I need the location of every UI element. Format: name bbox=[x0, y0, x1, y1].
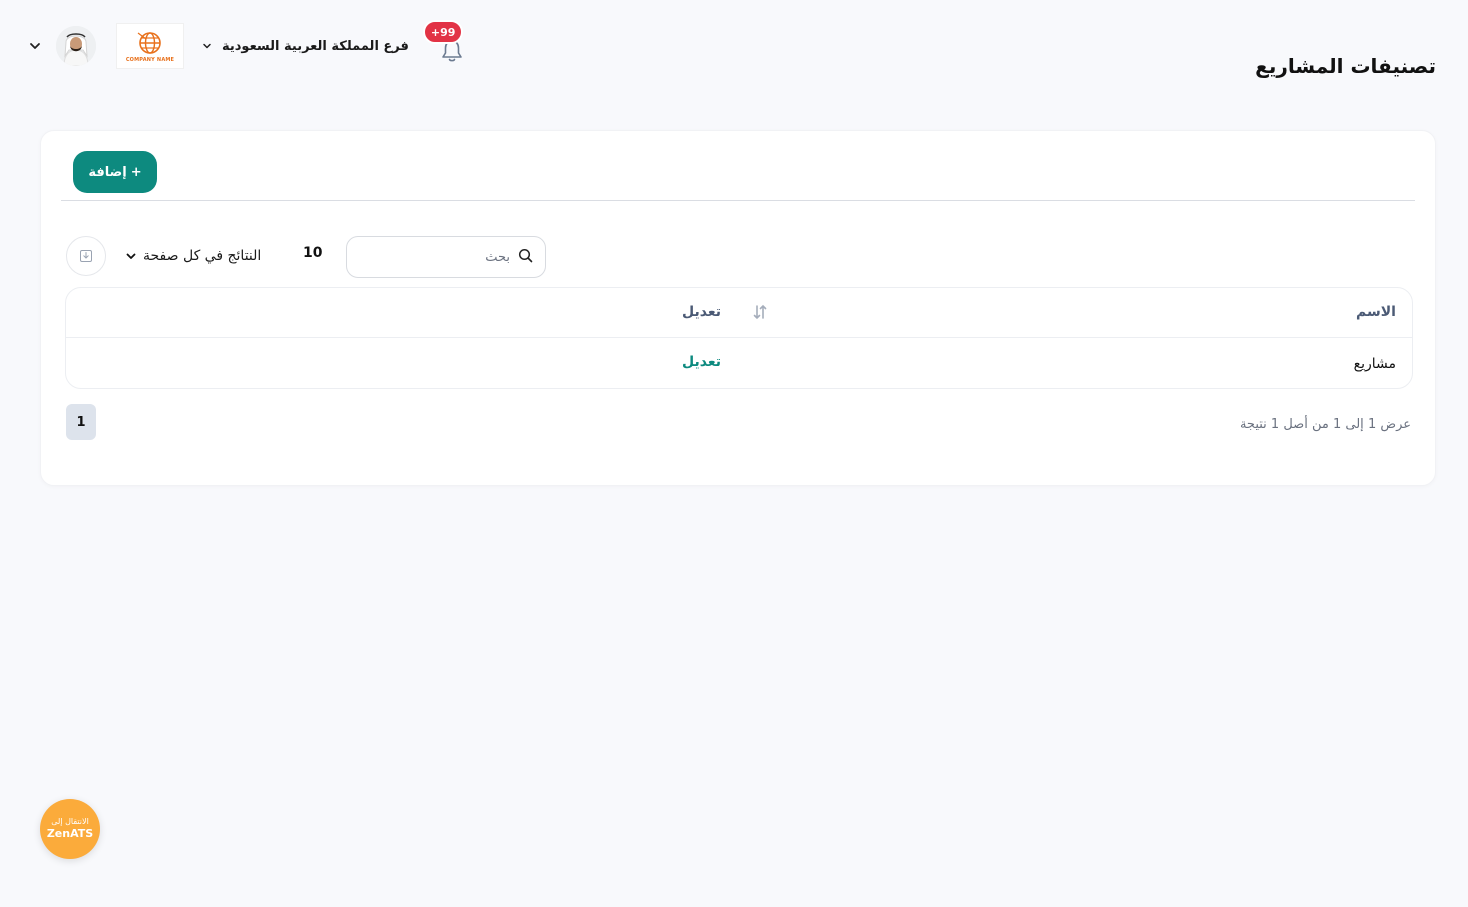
search-box[interactable] bbox=[346, 236, 546, 278]
add-button[interactable]: + إضافة bbox=[73, 151, 157, 193]
globe-icon bbox=[137, 31, 161, 54]
edit-link[interactable]: تعديل bbox=[682, 354, 721, 370]
company-logo-text: COMPANY NAME bbox=[125, 56, 175, 63]
company-logo: COMPANY NAME bbox=[116, 23, 184, 69]
per-page-select[interactable]: النتائج في كل صفحة bbox=[125, 243, 261, 269]
search-input[interactable] bbox=[359, 249, 510, 265]
table-header-row: الاسم تعديل bbox=[66, 288, 1412, 338]
branch-select[interactable]: فرع المملكة العربية السعودية bbox=[200, 39, 409, 54]
table-row: مشاريع تعديل bbox=[66, 338, 1412, 388]
column-header-edit: تعديل bbox=[682, 304, 721, 320]
user-avatar[interactable] bbox=[56, 26, 96, 66]
page-button-1[interactable]: 1 bbox=[66, 404, 96, 440]
topbar: COMPANY NAME فرع المملكة العربية السعودي… bbox=[24, 20, 464, 72]
download-icon bbox=[80, 250, 92, 262]
search-icon bbox=[518, 248, 533, 267]
categories-card: + إضافة النتائج في كل صفحة 10 الاسم bbox=[40, 130, 1436, 486]
branch-label: فرع المملكة العربية السعودية bbox=[222, 38, 409, 54]
export-button[interactable] bbox=[66, 236, 106, 276]
row-name-cell: مشاريع bbox=[1353, 356, 1396, 372]
per-page-value[interactable]: 10 bbox=[303, 245, 322, 261]
page-title: تصنيفات المشاريع bbox=[1255, 54, 1436, 78]
chevron-down-icon bbox=[200, 39, 214, 53]
plus-icon: + bbox=[130, 164, 142, 180]
per-page-label: النتائج في كل صفحة bbox=[143, 248, 262, 264]
add-button-label: إضافة bbox=[88, 164, 127, 180]
notification-badge: +99 bbox=[422, 20, 464, 44]
categories-table: الاسم تعديل مشاريع تعديل bbox=[65, 287, 1413, 389]
sort-icon[interactable] bbox=[752, 304, 768, 324]
divider bbox=[61, 200, 1415, 201]
results-info: عرض 1 إلى 1 من أصل 1 نتيجة bbox=[1239, 417, 1411, 432]
zenats-top-text: الانتقال إلى bbox=[51, 817, 89, 826]
notifications-button[interactable]: +99 bbox=[422, 20, 464, 66]
column-header-name[interactable]: الاسم bbox=[1356, 304, 1396, 320]
chevron-down-icon bbox=[125, 250, 137, 262]
zenats-switch-button[interactable]: الانتقال إلى ZenATS bbox=[40, 799, 100, 859]
zenats-main-text: ZenATS bbox=[46, 827, 94, 840]
user-menu-chevron-icon[interactable] bbox=[24, 35, 46, 57]
